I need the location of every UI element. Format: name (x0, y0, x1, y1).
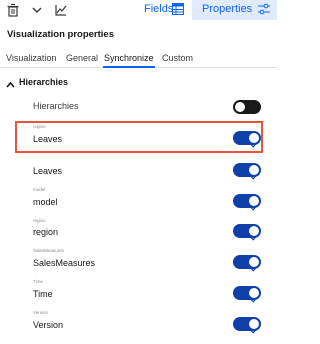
top-toolbar: Fields Properties (0, 0, 277, 20)
tab-properties-label: Properties (202, 3, 253, 15)
item-label-leaves-2: Leaves (33, 166, 63, 176)
check-icon (251, 228, 257, 241)
chart-icon[interactable] (54, 3, 68, 17)
chevron-up-icon (6, 80, 15, 88)
item-caption: SalesMeasures (33, 248, 65, 253)
item-caption: region (33, 124, 46, 129)
tab-properties[interactable]: Properties (192, 0, 277, 20)
item-label-salesmeasures: SalesMeasures (33, 258, 96, 268)
subtab-visualization[interactable]: Visualization (6, 53, 56, 63)
salesmeasures-toggle[interactable] (233, 255, 261, 272)
property-subtabs: Visualization General Synchronize Custom (0, 50, 277, 70)
item-label-model: model (33, 197, 58, 207)
item-label-leaves: Leaves (33, 134, 63, 144)
item-caption: region (33, 218, 46, 223)
check-icon (251, 259, 257, 272)
table-icon (172, 3, 184, 15)
leaves-toggle[interactable] (233, 131, 261, 148)
tab-fields[interactable]: Fields (138, 0, 191, 20)
item-label-time: Time (33, 289, 53, 299)
active-subtab-indicator (103, 66, 155, 68)
hierarchies-toggle[interactable] (233, 100, 261, 114)
subtab-custom[interactable]: Custom (162, 53, 193, 63)
item-caption: Version (33, 310, 49, 315)
trash-icon[interactable] (6, 3, 20, 17)
region-toggle[interactable] (233, 224, 261, 241)
settings-adjust-icon (258, 3, 270, 15)
check-icon (251, 135, 257, 148)
check-icon (251, 167, 257, 180)
hierarchies-label: Hierarchies (33, 101, 79, 111)
chevron-down-icon[interactable] (30, 3, 44, 17)
panel-title: Visualization properties (7, 29, 114, 40)
time-toggle[interactable] (233, 286, 261, 303)
model-toggle[interactable] (233, 194, 261, 211)
tab-fields-label: Fields (144, 3, 174, 15)
item-label-version: Version (33, 320, 64, 330)
version-toggle[interactable] (233, 317, 261, 334)
item-label-region: region (33, 227, 59, 237)
section-title: Hierarchies (19, 77, 69, 87)
subtab-synchronize[interactable]: Synchronize (104, 53, 154, 63)
check-icon (251, 321, 257, 334)
item-caption: model (33, 187, 46, 192)
item-caption: Time (33, 279, 43, 284)
check-icon (251, 198, 257, 211)
leaves-2-toggle[interactable] (233, 163, 261, 180)
subtab-general[interactable]: General (66, 53, 98, 63)
check-icon (251, 290, 257, 303)
toggle-knob (235, 102, 245, 112)
